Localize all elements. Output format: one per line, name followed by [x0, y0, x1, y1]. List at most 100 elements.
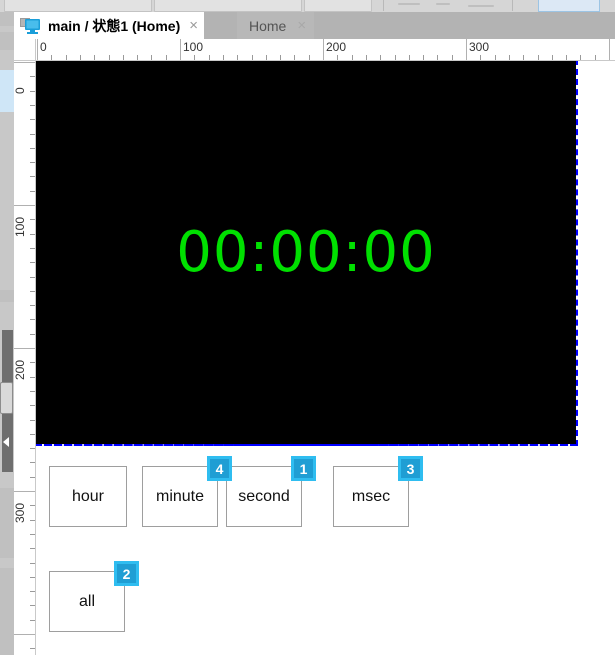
ruler-tick-minor [30, 248, 35, 249]
ruler-tick-minor [30, 420, 35, 421]
ruler-tick-minor [495, 55, 496, 60]
badge-number: 4 [215, 460, 224, 477]
ruler-tick-minor [30, 377, 35, 378]
ruler-tick-minor [30, 362, 35, 363]
ruler-tick-minor [30, 277, 35, 278]
left-strip-segment [0, 568, 14, 655]
ruler-tick-minor [30, 234, 35, 235]
ruler-tick-minor [580, 55, 581, 60]
ruler-tick-major [14, 634, 35, 635]
toolbar-dash-2[interactable] [436, 3, 450, 5]
ruler-tick-minor [252, 55, 253, 60]
ruler-tick-minor [30, 291, 35, 292]
ruler-tick-minor [237, 55, 238, 60]
ruler-tick-minor [123, 55, 124, 60]
ruler-tick-minor [66, 55, 67, 60]
button-label: second [238, 487, 290, 505]
ruler-tick-minor [30, 591, 35, 592]
close-icon[interactable]: × [297, 18, 306, 33]
toolbar-dash-3[interactable] [468, 5, 494, 7]
tab-bar: main / 状態1 (Home) × Home × [0, 12, 615, 39]
design-canvas[interactable]: 00:00:00 hour minute 4 second 1 msec 3 a… [36, 61, 615, 655]
toolbar-separator-1 [383, 0, 384, 11]
left-strip-highlight[interactable] [0, 70, 14, 112]
ruler-tick-minor [209, 55, 210, 60]
ruler-tick-minor [30, 148, 35, 149]
ruler-tick-minor [30, 134, 35, 135]
toolbar-separator-2 [512, 0, 513, 11]
button-label: msec [351, 487, 391, 505]
left-strip-segment [0, 12, 14, 26]
button-hour[interactable]: hour [49, 466, 127, 527]
ruler-tick-minor [30, 191, 35, 192]
badge-minute[interactable]: 4 [207, 456, 232, 481]
toolbar-group-1[interactable] [4, 0, 152, 12]
ruler-tick-minor [523, 55, 524, 60]
ruler-label: 300 [469, 40, 490, 54]
ruler-tick-minor [395, 55, 396, 60]
close-icon[interactable]: × [189, 18, 198, 33]
app-window: main / 状態1 (Home) × Home × 0 100 200 300 0 1… [0, 0, 615, 655]
toolbar-group-2[interactable] [154, 0, 302, 12]
ruler-tick-minor [380, 55, 381, 60]
ruler-tick-major [323, 39, 324, 60]
badge-number: 2 [122, 565, 131, 582]
ruler-tick-minor [309, 55, 310, 60]
badge-second[interactable]: 1 [291, 456, 316, 481]
ruler-tick-minor [266, 55, 267, 60]
ruler-tick-minor [30, 520, 35, 521]
horizontal-ruler[interactable]: 0 100 200 300 [36, 39, 615, 61]
tab-label: main / 状態1 (Home) [48, 17, 181, 34]
timer-display[interactable]: 00:00:00 [36, 61, 576, 444]
left-panel-handle[interactable] [0, 382, 13, 414]
ruler-tick-minor [137, 55, 138, 60]
ruler-tick-major [14, 491, 35, 492]
ruler-tick-minor [366, 55, 367, 60]
screen-background[interactable]: 00:00:00 [36, 61, 578, 446]
ruler-tick-major [609, 39, 610, 60]
left-strip-segment [0, 290, 14, 302]
left-strip-segment [0, 32, 14, 50]
badge-all[interactable]: 2 [114, 561, 139, 586]
vertical-ruler[interactable]: 0 100 200 300 [14, 61, 36, 655]
ruler-tick-minor [30, 405, 35, 406]
ruler-tick-minor [194, 55, 195, 60]
left-strip-segment [0, 488, 14, 558]
ruler-label: 100 [183, 40, 204, 54]
ruler-tick-major [466, 39, 467, 60]
ruler-tick-minor [30, 262, 35, 263]
toolbar-dash-1[interactable] [398, 3, 420, 5]
ruler-tick-minor [51, 55, 52, 60]
ruler-label: 0 [40, 40, 47, 54]
collapse-left-arrow-icon[interactable] [3, 437, 9, 447]
ruler-tick-minor [30, 105, 35, 106]
ruler-tick-minor [30, 577, 35, 578]
ruler-tick-minor [452, 55, 453, 60]
ruler-label: 200 [14, 359, 27, 380]
ruler-label: 0 [14, 87, 27, 94]
timer-label: 00:00:00 [176, 219, 436, 285]
tab-main-home[interactable]: main / 状態1 (Home) × [14, 12, 205, 39]
toolbar-highlighted-button[interactable] [538, 0, 600, 12]
button-label: hour [71, 487, 105, 505]
ruler-label: 100 [14, 216, 27, 237]
button-label: all [78, 592, 95, 610]
ruler-tick-major [37, 39, 38, 60]
ruler-tick-minor [352, 55, 353, 60]
tab-home[interactable]: Home × [237, 12, 315, 39]
selection-outline-bottom [36, 444, 576, 446]
ruler-tick-minor [437, 55, 438, 60]
ruler-tick-minor [30, 319, 35, 320]
ruler-label: 300 [14, 502, 27, 523]
monitor-icon [20, 17, 42, 35]
top-toolbar [0, 0, 615, 12]
toolbar-group-3[interactable] [304, 0, 372, 12]
ruler-tick-minor [30, 305, 35, 306]
badge-msec[interactable]: 3 [398, 456, 423, 481]
ruler-tick-major [14, 348, 35, 349]
ruler-tick-minor [30, 219, 35, 220]
ruler-tick-minor [30, 548, 35, 549]
ruler-tick-minor [509, 55, 510, 60]
ruler-tick-minor [30, 391, 35, 392]
ruler-tick-minor [30, 563, 35, 564]
